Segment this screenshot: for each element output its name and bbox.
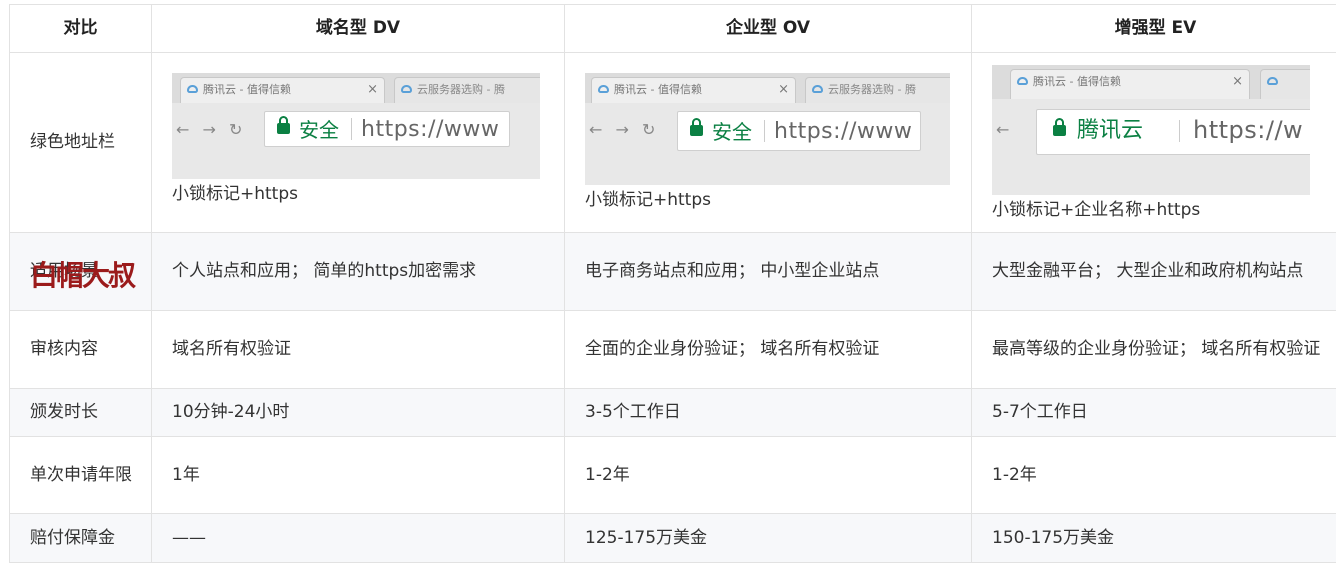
table-row: 适用场景 个人站点和应用； 简单的https加密需求 电子商务站点和应用； 中小…: [9, 232, 1336, 311]
browser-tab: 云服务器选购 - 腾: [394, 77, 540, 103]
dv-value: 域名所有权验证: [151, 310, 565, 389]
browser-tab: 腾讯云 - 值得信赖 ×: [180, 77, 385, 103]
dv-browser-screenshot: 腾讯云 - 值得信赖 × 云服务器选购 - 腾 ← → ↻ 安全 https:/…: [172, 73, 540, 179]
nav-arrows-icon: ← → ↻: [176, 120, 247, 139]
ov-value: 电子商务站点和应用； 中小型企业站点: [564, 232, 972, 311]
dv-value: 10分钟-24小时: [151, 388, 565, 437]
ev-address-bar-cell: 腾讯云 - 值得信赖 × ← 腾讯云 https://w 小锁标记+企业名称+h…: [971, 52, 1336, 233]
header-ev: 增强型 EV: [971, 4, 1336, 53]
dv-address-bar-cell: 腾讯云 - 值得信赖 × 云服务器选购 - 腾 ← → ↻ 安全 https:/…: [151, 52, 565, 233]
close-icon: ×: [367, 82, 378, 97]
address-bar: 安全 https://www: [264, 111, 510, 147]
ov-value: 125-175万美金: [564, 513, 972, 563]
row-label: 单次申请年限: [9, 436, 152, 514]
browser-tab: 腾讯云 - 值得信赖 ×: [1010, 69, 1250, 99]
cloud-icon: [401, 85, 412, 93]
watermark: 白帽大叔: [30, 259, 136, 292]
nav-arrows-icon: ← → ↻: [589, 120, 660, 139]
address-bar: 安全 https://www: [677, 111, 921, 151]
dv-value: 个人站点和应用； 简单的https加密需求: [151, 232, 565, 311]
ev-caption: 小锁标记+企业名称+https: [992, 200, 1201, 220]
browser-tab: 腾讯云 - 值得信赖 ×: [591, 77, 796, 103]
cloud-icon: [598, 85, 609, 93]
dv-value: 1年: [151, 436, 565, 514]
back-arrow-icon: ←: [996, 120, 1014, 139]
row-label: 审核内容: [9, 310, 152, 389]
table-row: 颁发时长 10分钟-24小时 3-5个工作日 5-7个工作日: [9, 388, 1336, 437]
ev-value: 5-7个工作日: [971, 388, 1336, 437]
ov-value: 1-2年: [564, 436, 972, 514]
row-label: 赔付保障金: [9, 513, 152, 563]
ev-value: 最高等级的企业身份验证； 域名所有权验证: [971, 310, 1336, 389]
dv-caption: 小锁标记+https: [172, 184, 298, 204]
table-row: 绿色地址栏 腾讯云 - 值得信赖 × 云服务器选购 - 腾 ← → ↻ 安全 h…: [9, 52, 1336, 233]
header-dv: 域名型 DV: [151, 4, 565, 53]
cloud-icon: [1017, 77, 1028, 85]
row-label: 颁发时长: [9, 388, 152, 437]
ev-browser-screenshot: 腾讯云 - 值得信赖 × ← 腾讯云 https://w: [992, 65, 1310, 195]
ov-caption: 小锁标记+https: [585, 190, 711, 210]
cloud-icon: [1267, 77, 1278, 85]
header-compare: 对比: [9, 4, 152, 53]
lock-icon: [690, 118, 703, 136]
ev-value: 1-2年: [971, 436, 1336, 514]
cloud-icon: [187, 85, 198, 93]
row-label: 绿色地址栏: [9, 52, 152, 233]
browser-tab: 云服务器选购 - 腾: [805, 77, 950, 103]
table-row: 审核内容 域名所有权验证 全面的企业身份验证； 域名所有权验证 最高等级的企业身…: [9, 310, 1336, 389]
ev-value: 大型金融平台； 大型企业和政府机构站点: [971, 232, 1336, 311]
header-row: 对比 域名型 DV 企业型 OV 增强型 EV: [9, 4, 1336, 53]
lock-icon: [1053, 118, 1066, 136]
ov-browser-screenshot: 腾讯云 - 值得信赖 × 云服务器选购 - 腾 ← → ↻ 安全 https:/…: [585, 73, 950, 185]
close-icon: ×: [1232, 74, 1243, 89]
address-bar: 腾讯云 https://w: [1036, 109, 1310, 155]
close-icon: ×: [778, 82, 789, 97]
ev-value: 150-175万美金: [971, 513, 1336, 563]
comparison-table: 对比 域名型 DV 企业型 OV 增强型 EV 绿色地址栏 腾讯云 - 值得信赖…: [9, 4, 1336, 563]
ov-value: 3-5个工作日: [564, 388, 972, 437]
table-row: 单次申请年限 1年 1-2年 1-2年: [9, 436, 1336, 514]
cloud-icon: [812, 85, 823, 93]
ov-value: 全面的企业身份验证； 域名所有权验证: [564, 310, 972, 389]
dv-value: ——: [151, 513, 565, 563]
lock-icon: [277, 116, 290, 134]
table-row: 赔付保障金 —— 125-175万美金 150-175万美金: [9, 513, 1336, 563]
ov-address-bar-cell: 腾讯云 - 值得信赖 × 云服务器选购 - 腾 ← → ↻ 安全 https:/…: [564, 52, 972, 233]
header-ov: 企业型 OV: [564, 4, 972, 53]
browser-tab: [1260, 69, 1310, 99]
